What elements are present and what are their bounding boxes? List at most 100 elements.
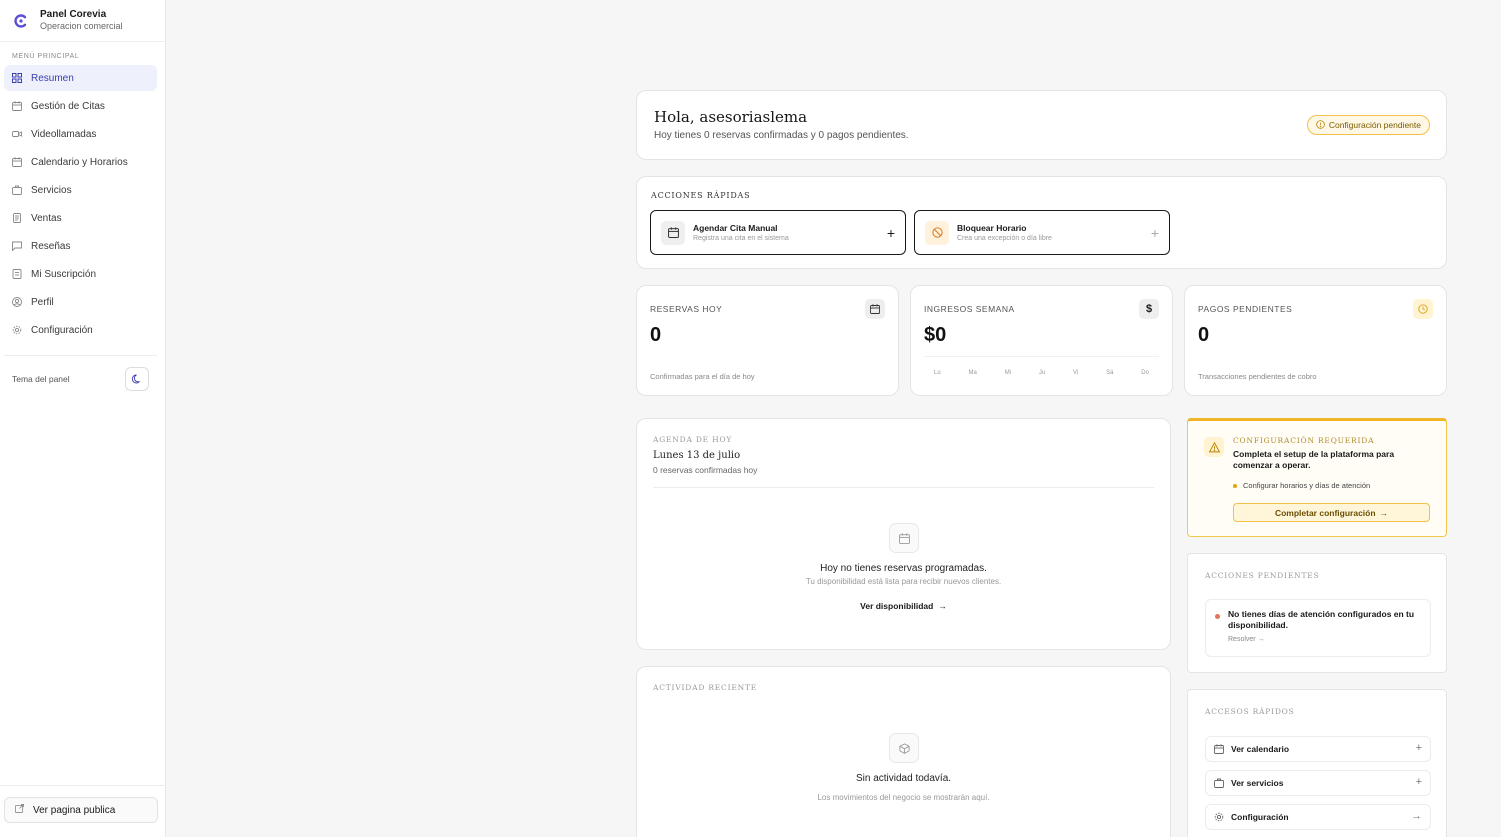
day-label: Ju: [1038, 370, 1046, 376]
complete-config-button[interactable]: Completar configuración →: [1233, 503, 1430, 522]
day-label: Mi: [1004, 370, 1012, 376]
user-icon: [12, 297, 22, 307]
calendar-icon: [12, 101, 22, 111]
plus-icon: +: [1150, 225, 1159, 241]
video-icon: [12, 129, 22, 139]
stat-card-ingresos: INGRESOS SEMANA $ $0 Lu Ma Mi Ju Vi Sá D…: [910, 285, 1173, 396]
plus-icon: +: [1415, 742, 1422, 754]
public-link-label: Ver pagina publica: [33, 804, 116, 816]
theme-row: Tema del panel: [0, 366, 165, 392]
arrow-right-icon: →: [1379, 507, 1389, 518]
public-page-link[interactable]: Ver pagina publica: [4, 797, 158, 823]
calendar-icon: [1214, 744, 1224, 754]
sidebar-item-label: Reseñas: [31, 240, 71, 252]
logo-icon: [12, 12, 30, 30]
moon-icon: [132, 374, 140, 384]
arrow-right-icon: →: [938, 601, 947, 611]
sidebar-item-resumen[interactable]: Resumen: [4, 65, 157, 91]
arrow-right-icon: →: [1411, 810, 1422, 822]
calendar-icon: [661, 220, 685, 245]
view-availability-link[interactable]: Ver disponibilidad →: [637, 601, 1170, 611]
stat-card-reservas: RESERVAS HOY 0 Confirmadas para el día d…: [636, 285, 899, 396]
sidebar-item-label: Calendario y Horarios: [31, 156, 128, 168]
sidebar-item-resenas[interactable]: Reseñas: [4, 233, 157, 259]
pending-item-text: No tienes días de atención configurados …: [1228, 609, 1415, 630]
quick-access-label: Configuración: [1231, 812, 1289, 822]
sidebar-item-suscripcion[interactable]: Mi Suscripción: [4, 261, 157, 287]
bullet-dot: [1233, 483, 1237, 488]
stat-value: 0: [650, 324, 662, 346]
day-label: Vi: [1073, 370, 1079, 376]
agenda-count: 0 reservas confirmadas hoy: [653, 465, 758, 475]
gear-icon: [1214, 812, 1224, 822]
agenda-card: AGENDA DE HOY Lunes 13 de julio 0 reserv…: [636, 418, 1171, 650]
external-link-icon: [15, 804, 24, 816]
activity-card: ACTIVIDAD RECIENTE Sin actividad todavía…: [636, 666, 1171, 837]
stat-label: INGRESOS SEMANA: [924, 304, 1015, 314]
info-icon: [1316, 119, 1325, 131]
stat-value: 0: [1198, 324, 1210, 346]
agenda-date: Lunes 13 de julio: [653, 450, 741, 461]
agenda-divider: [653, 487, 1154, 488]
subscription-icon: [12, 269, 22, 279]
sidebar-item-perfil[interactable]: Perfil: [4, 289, 157, 315]
config-required-card: CONFIGURACIÓN REQUERIDA Completa el setu…: [1187, 418, 1447, 537]
clock-icon: [1413, 299, 1433, 319]
block-icon: [925, 220, 949, 245]
activity-empty-title: Sin actividad todavía.: [855, 773, 952, 784]
quick-access-calendar[interactable]: Ver calendario +: [1205, 736, 1431, 762]
activity-title: ACTIVIDAD RECIENTE: [653, 683, 758, 692]
sidebar-item-calendario[interactable]: Calendario y Horarios: [4, 149, 157, 175]
gear-icon: [12, 325, 22, 335]
sidebar-item-label: Configuración: [31, 324, 93, 336]
schedule-appointment-button[interactable]: Agendar Cita Manual Registra una cita en…: [650, 210, 906, 255]
greeting-card: Hola, asesoriaslema Hoy tienes 0 reserva…: [636, 90, 1447, 160]
agenda-empty-subtitle: Tu disponibilidad está lista para recibi…: [805, 577, 1002, 586]
sidebar-item-label: Ventas: [31, 212, 62, 224]
receipt-icon: [12, 213, 22, 223]
pending-actions-card: ACCIONES PENDIENTES No tienes días de at…: [1187, 553, 1447, 673]
greeting-subtitle: Hoy tienes 0 reservas confirmadas y 0 pa…: [654, 130, 909, 141]
quick-action-title: Bloquear Horario: [957, 223, 1027, 233]
quick-action-subtitle: Registra una cita en el sistema: [693, 235, 789, 242]
stat-label: PAGOS PENDIENTES: [1198, 304, 1293, 314]
resolve-link[interactable]: Resolver →: [1228, 636, 1265, 643]
pending-item[interactable]: No tienes días de atención configurados …: [1205, 599, 1431, 657]
status-dot: [1215, 614, 1220, 619]
day-label: Do: [1141, 370, 1149, 376]
sidebar-item-videollamadas[interactable]: Videollamadas: [4, 121, 157, 147]
sidebar-item-label: Gestión de Citas: [31, 100, 105, 112]
sidebar-item-servicios[interactable]: Servicios: [4, 177, 157, 203]
sidebar-item-ventas[interactable]: Ventas: [4, 205, 157, 231]
config-title: CONFIGURACIÓN REQUERIDA: [1233, 436, 1375, 445]
day-label: Sá: [1106, 370, 1114, 376]
sidebar-item-gestion-citas[interactable]: Gestión de Citas: [4, 93, 157, 119]
sidebar-item-label: Resumen: [31, 72, 74, 84]
briefcase-icon: [1214, 778, 1224, 788]
quick-access-settings[interactable]: Configuración →: [1205, 804, 1431, 830]
quick-action-title: Agendar Cita Manual: [693, 223, 778, 233]
calendar-icon: [865, 299, 885, 319]
activity-empty-subtitle: Los movimientos del negocio se mostrarán…: [817, 793, 990, 802]
agenda-empty-title: Hoy no tienes reservas programadas.: [820, 563, 987, 574]
sidebar-item-configuracion[interactable]: Configuración: [4, 317, 157, 343]
badge-label: Configuración pendiente: [1328, 120, 1421, 130]
sidebar-item-label: Servicios: [31, 184, 72, 196]
config-pending-badge[interactable]: Configuración pendiente: [1306, 115, 1430, 135]
day-label: Lu: [934, 370, 941, 376]
stat-value: $0: [924, 324, 947, 346]
briefcase-icon: [12, 185, 22, 195]
sidebar-item-label: Videollamadas: [31, 128, 97, 140]
config-message: Completa el setup de la plataforma para …: [1233, 449, 1395, 470]
brand[interactable]: Panel Corevia Operacion comercial: [0, 0, 165, 42]
day-label: Ma: [968, 370, 977, 376]
block-schedule-button[interactable]: Bloquear Horario Crea una excepción o dí…: [914, 210, 1170, 255]
menu-section-label: MENÚ PRINCIPAL: [12, 53, 80, 60]
config-bullet: Configurar horarios y días de atención: [1233, 481, 1370, 490]
quick-actions-label: ACCIONES RÁPIDAS: [651, 191, 751, 200]
quick-access-services[interactable]: Ver servicios +: [1205, 770, 1431, 796]
theme-toggle-button[interactable]: [125, 367, 149, 391]
agenda-title: AGENDA DE HOY: [653, 435, 733, 444]
sidebar-item-label: Perfil: [31, 296, 54, 308]
quick-actions-card: ACCIONES RÁPIDAS Agendar Cita Manual Reg…: [636, 176, 1447, 269]
